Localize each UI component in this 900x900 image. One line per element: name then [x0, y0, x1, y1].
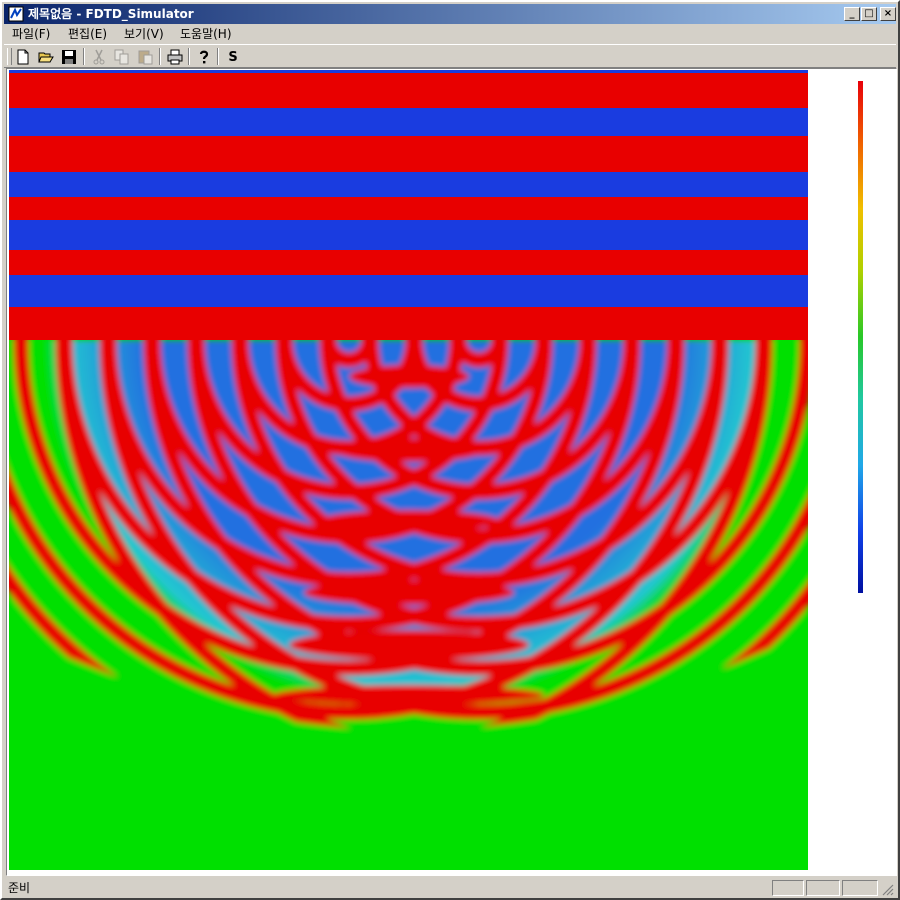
- help-button[interactable]: [193, 47, 215, 67]
- menu-help[interactable]: 도움말(H): [176, 26, 236, 42]
- status-bar: 준비: [4, 878, 896, 898]
- minimize-button[interactable]: _: [844, 7, 860, 21]
- window-title: 제목없음 - FDTD_Simulator: [28, 7, 194, 21]
- status-panel-scrl: [842, 880, 878, 896]
- field-band: [9, 197, 808, 220]
- field-plot[interactable]: [9, 70, 808, 870]
- paste-button[interactable]: [134, 47, 156, 67]
- help-icon: [199, 50, 209, 64]
- field-band: [9, 307, 808, 340]
- new-file-icon: [17, 49, 29, 65]
- status-panel-num: [806, 880, 840, 896]
- field-band: [9, 220, 808, 250]
- toolbar-separator: [83, 48, 85, 65]
- copy-button[interactable]: [111, 47, 133, 67]
- print-button[interactable]: [164, 47, 186, 67]
- cut-button[interactable]: [88, 47, 110, 67]
- s-text-icon: S: [228, 49, 238, 65]
- interference-strip: [304, 580, 514, 605]
- close-button[interactable]: ×: [880, 7, 896, 21]
- interference-strip: [274, 685, 544, 705]
- close-icon: ×: [883, 8, 893, 19]
- save-button[interactable]: [58, 47, 80, 67]
- cut-icon: [93, 49, 105, 65]
- interference-strip: [334, 438, 484, 462]
- interference-strip: [349, 365, 469, 388]
- open-folder-icon: [38, 52, 54, 63]
- title-bar[interactable]: 제목없음 - FDTD_Simulator _ □ ×: [4, 4, 896, 24]
- field-band: [9, 108, 808, 136]
- minimize-icon: _: [849, 8, 855, 19]
- field-band: [9, 136, 808, 172]
- toolbar-separator: [217, 48, 219, 65]
- field-band: [9, 70, 808, 73]
- status-text: 준비: [8, 881, 31, 895]
- toolbar-separator: [188, 48, 190, 65]
- paste-icon: [138, 50, 153, 65]
- open-button[interactable]: [35, 47, 57, 67]
- field-band: [9, 275, 808, 307]
- toolbar: S: [4, 44, 896, 68]
- menu-file[interactable]: 파일(F): [8, 26, 54, 42]
- maximize-button[interactable]: □: [861, 7, 877, 21]
- s-button[interactable]: S: [222, 47, 244, 67]
- new-button[interactable]: [12, 47, 34, 67]
- app-window: 제목없음 - FDTD_Simulator _ □ × 파일(F) 편집(E) …: [0, 0, 900, 900]
- save-disk-icon: [62, 50, 76, 64]
- color-scale-bar: [858, 81, 863, 593]
- interference-strip: [289, 630, 529, 660]
- status-panel-cap: [772, 880, 804, 896]
- toolbar-separator: [159, 48, 161, 65]
- menu-view[interactable]: 보기(V): [120, 26, 168, 42]
- menu-bar: 파일(F) 편집(E) 보기(V) 도움말(H): [4, 24, 896, 43]
- resize-grip-icon[interactable]: [882, 884, 894, 896]
- simulation-view[interactable]: [6, 68, 897, 876]
- field-band: [9, 250, 808, 275]
- interference-strip: [319, 510, 499, 532]
- print-icon: [167, 49, 183, 65]
- maximize-icon: □: [864, 8, 874, 19]
- field-band: [9, 73, 808, 108]
- app-icon: [8, 6, 24, 22]
- field-band: [9, 172, 808, 197]
- menu-edit[interactable]: 편집(E): [64, 26, 111, 42]
- copy-icon: [114, 49, 129, 65]
